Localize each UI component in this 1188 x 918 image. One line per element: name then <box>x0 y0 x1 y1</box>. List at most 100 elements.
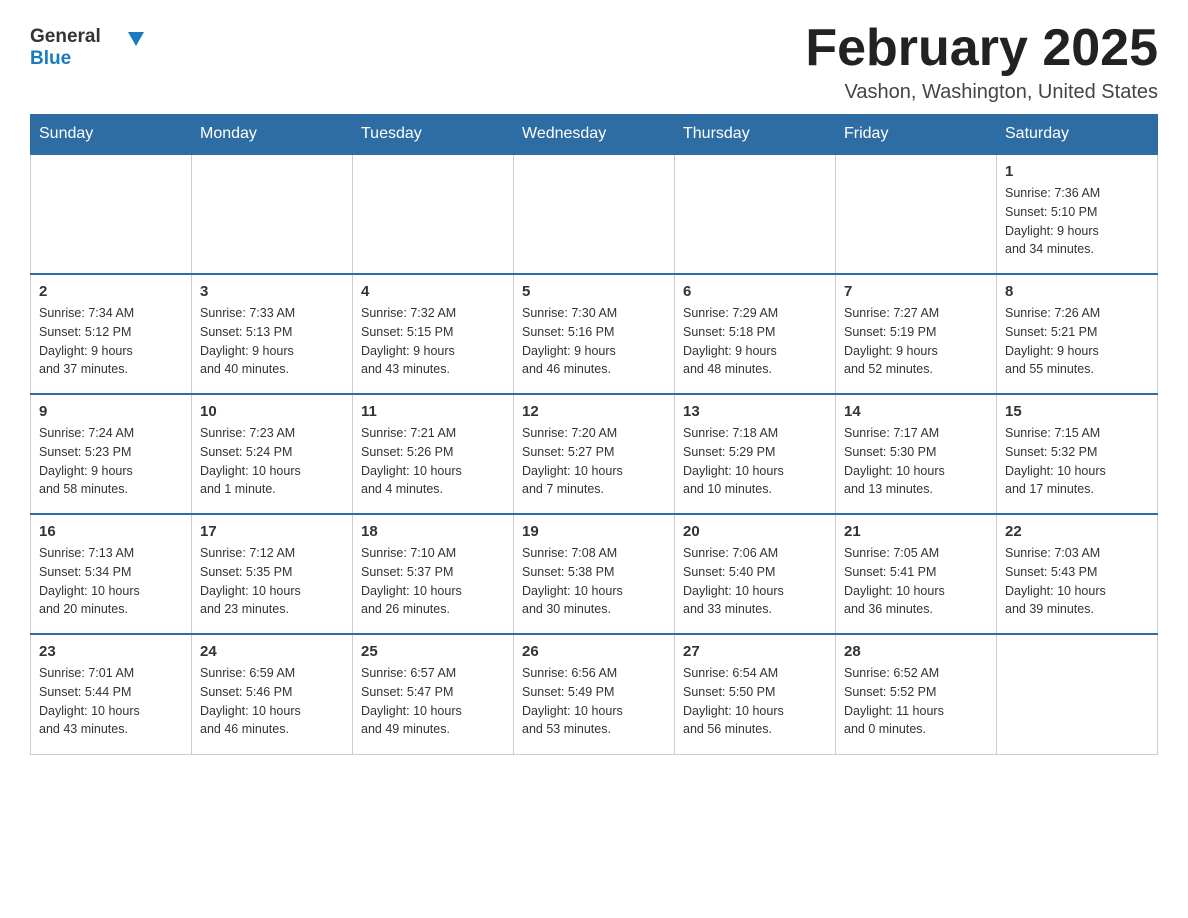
day-number: 23 <box>39 643 183 660</box>
day-info: Sunrise: 7:05 AMSunset: 5:41 PMDaylight:… <box>844 544 988 619</box>
day-info: Sunrise: 7:34 AMSunset: 5:12 PMDaylight:… <box>39 304 183 379</box>
page-header: General Blue February 2025 Vashon, Washi… <box>30 20 1158 104</box>
calendar-day-cell: 13 Sunrise: 7:18 AMSunset: 5:29 PMDayligh… <box>675 394 836 514</box>
col-friday: Friday <box>836 115 997 155</box>
day-number: 6 <box>683 283 827 300</box>
day-number: 4 <box>361 283 505 300</box>
day-info: Sunrise: 7:32 AMSunset: 5:15 PMDaylight:… <box>361 304 505 379</box>
calendar-day-cell: 26 Sunrise: 6:56 AMSunset: 5:49 PMDayligh… <box>514 634 675 754</box>
day-number: 1 <box>1005 163 1149 180</box>
day-info: Sunrise: 7:08 AMSunset: 5:38 PMDaylight:… <box>522 544 666 619</box>
calendar-header-row: Sunday Monday Tuesday Wednesday Thursday… <box>31 115 1158 155</box>
calendar-day-cell: 15 Sunrise: 7:15 AMSunset: 5:32 PMDayligh… <box>997 394 1158 514</box>
calendar-week-row: 16 Sunrise: 7:13 AMSunset: 5:34 PMDayligh… <box>31 514 1158 634</box>
calendar-day-cell <box>31 154 192 274</box>
day-number: 16 <box>39 523 183 540</box>
day-info: Sunrise: 6:52 AMSunset: 5:52 PMDaylight:… <box>844 664 988 739</box>
calendar-day-cell <box>514 154 675 274</box>
col-thursday: Thursday <box>675 115 836 155</box>
calendar-day-cell: 6 Sunrise: 7:29 AMSunset: 5:18 PMDaylight… <box>675 274 836 394</box>
day-number: 8 <box>1005 283 1149 300</box>
day-info: Sunrise: 7:18 AMSunset: 5:29 PMDaylight:… <box>683 424 827 499</box>
calendar-day-cell: 1 Sunrise: 7:36 AMSunset: 5:10 PMDaylight… <box>997 154 1158 274</box>
calendar-day-cell: 11 Sunrise: 7:21 AMSunset: 5:26 PMDayligh… <box>353 394 514 514</box>
day-info: Sunrise: 7:26 AMSunset: 5:21 PMDaylight:… <box>1005 304 1149 379</box>
day-number: 7 <box>844 283 988 300</box>
calendar-day-cell: 21 Sunrise: 7:05 AMSunset: 5:41 PMDayligh… <box>836 514 997 634</box>
logo: General Blue <box>30 20 150 75</box>
calendar-day-cell: 24 Sunrise: 6:59 AMSunset: 5:46 PMDayligh… <box>192 634 353 754</box>
day-number: 20 <box>683 523 827 540</box>
col-sunday: Sunday <box>31 115 192 155</box>
day-info: Sunrise: 7:13 AMSunset: 5:34 PMDaylight:… <box>39 544 183 619</box>
title-section: February 2025 Vashon, Washington, United… <box>805 20 1158 104</box>
day-number: 26 <box>522 643 666 660</box>
day-info: Sunrise: 7:36 AMSunset: 5:10 PMDaylight:… <box>1005 184 1149 259</box>
day-number: 19 <box>522 523 666 540</box>
calendar-day-cell: 18 Sunrise: 7:10 AMSunset: 5:37 PMDayligh… <box>353 514 514 634</box>
calendar-day-cell <box>192 154 353 274</box>
calendar-day-cell: 7 Sunrise: 7:27 AMSunset: 5:19 PMDaylight… <box>836 274 997 394</box>
day-info: Sunrise: 7:01 AMSunset: 5:44 PMDaylight:… <box>39 664 183 739</box>
col-wednesday: Wednesday <box>514 115 675 155</box>
calendar-day-cell: 16 Sunrise: 7:13 AMSunset: 5:34 PMDayligh… <box>31 514 192 634</box>
calendar-day-cell: 9Sunrise: 7:24 AMSunset: 5:23 PMDaylight… <box>31 394 192 514</box>
day-info: Sunrise: 7:20 AMSunset: 5:27 PMDaylight:… <box>522 424 666 499</box>
calendar-day-cell: 17Sunrise: 7:12 AMSunset: 5:35 PMDayligh… <box>192 514 353 634</box>
calendar-week-row: 9Sunrise: 7:24 AMSunset: 5:23 PMDaylight… <box>31 394 1158 514</box>
day-number: 21 <box>844 523 988 540</box>
day-info: Sunrise: 7:33 AMSunset: 5:13 PMDaylight:… <box>200 304 344 379</box>
calendar-day-cell: 27 Sunrise: 6:54 AMSunset: 5:50 PMDayligh… <box>675 634 836 754</box>
day-info: Sunrise: 7:27 AMSunset: 5:19 PMDaylight:… <box>844 304 988 379</box>
day-number: 3 <box>200 283 344 300</box>
day-info: Sunrise: 7:30 AMSunset: 5:16 PMDaylight:… <box>522 304 666 379</box>
calendar-week-row: 23 Sunrise: 7:01 AMSunset: 5:44 PMDayligh… <box>31 634 1158 754</box>
day-info: Sunrise: 7:21 AMSunset: 5:26 PMDaylight:… <box>361 424 505 499</box>
day-info: Sunrise: 7:06 AMSunset: 5:40 PMDaylight:… <box>683 544 827 619</box>
day-info: Sunrise: 6:57 AMSunset: 5:47 PMDaylight:… <box>361 664 505 739</box>
location: Vashon, Washington, United States <box>805 81 1158 104</box>
day-info: Sunrise: 6:56 AMSunset: 5:49 PMDaylight:… <box>522 664 666 739</box>
day-info: Sunrise: 7:10 AMSunset: 5:37 PMDaylight:… <box>361 544 505 619</box>
day-number: 13 <box>683 403 827 420</box>
day-number: 5 <box>522 283 666 300</box>
day-info: Sunrise: 7:29 AMSunset: 5:18 PMDaylight:… <box>683 304 827 379</box>
day-number: 12 <box>522 403 666 420</box>
day-number: 11 <box>361 403 505 420</box>
day-number: 28 <box>844 643 988 660</box>
col-tuesday: Tuesday <box>353 115 514 155</box>
calendar-day-cell: 14Sunrise: 7:17 AMSunset: 5:30 PMDayligh… <box>836 394 997 514</box>
svg-text:General: General <box>30 26 101 47</box>
day-number: 18 <box>361 523 505 540</box>
calendar-day-cell: 8 Sunrise: 7:26 AMSunset: 5:21 PMDaylight… <box>997 274 1158 394</box>
day-number: 9 <box>39 403 183 420</box>
calendar-day-cell: 5 Sunrise: 7:30 AMSunset: 5:16 PMDaylight… <box>514 274 675 394</box>
calendar-day-cell: 22 Sunrise: 7:03 AMSunset: 5:43 PMDayligh… <box>997 514 1158 634</box>
day-number: 15 <box>1005 403 1149 420</box>
calendar-day-cell: 25Sunrise: 6:57 AMSunset: 5:47 PMDayligh… <box>353 634 514 754</box>
calendar-day-cell <box>353 154 514 274</box>
logo-svg: General Blue <box>30 20 150 75</box>
calendar-week-row: 1 Sunrise: 7:36 AMSunset: 5:10 PMDaylight… <box>31 154 1158 274</box>
day-number: 24 <box>200 643 344 660</box>
calendar-day-cell: 28 Sunrise: 6:52 AMSunset: 5:52 PMDayligh… <box>836 634 997 754</box>
calendar-day-cell: 19 Sunrise: 7:08 AMSunset: 5:38 PMDayligh… <box>514 514 675 634</box>
day-info: Sunrise: 6:54 AMSunset: 5:50 PMDaylight:… <box>683 664 827 739</box>
day-info: Sunrise: 6:59 AMSunset: 5:46 PMDaylight:… <box>200 664 344 739</box>
day-info: Sunrise: 7:23 AMSunset: 5:24 PMDaylight:… <box>200 424 344 499</box>
day-info: Sunrise: 7:03 AMSunset: 5:43 PMDaylight:… <box>1005 544 1149 619</box>
calendar-day-cell: 10Sunrise: 7:23 AMSunset: 5:24 PMDayligh… <box>192 394 353 514</box>
col-monday: Monday <box>192 115 353 155</box>
col-saturday: Saturday <box>997 115 1158 155</box>
calendar-day-cell: 23 Sunrise: 7:01 AMSunset: 5:44 PMDayligh… <box>31 634 192 754</box>
calendar-table: Sunday Monday Tuesday Wednesday Thursday… <box>30 114 1158 755</box>
day-number: 17 <box>200 523 344 540</box>
calendar-day-cell: 12 Sunrise: 7:20 AMSunset: 5:27 PMDayligh… <box>514 394 675 514</box>
calendar-week-row: 2Sunrise: 7:34 AMSunset: 5:12 PMDaylight… <box>31 274 1158 394</box>
calendar-day-cell: 3 Sunrise: 7:33 AMSunset: 5:13 PMDaylight… <box>192 274 353 394</box>
day-number: 22 <box>1005 523 1149 540</box>
calendar-day-cell <box>997 634 1158 754</box>
day-info: Sunrise: 7:15 AMSunset: 5:32 PMDaylight:… <box>1005 424 1149 499</box>
day-number: 27 <box>683 643 827 660</box>
calendar-day-cell: 2Sunrise: 7:34 AMSunset: 5:12 PMDaylight… <box>31 274 192 394</box>
